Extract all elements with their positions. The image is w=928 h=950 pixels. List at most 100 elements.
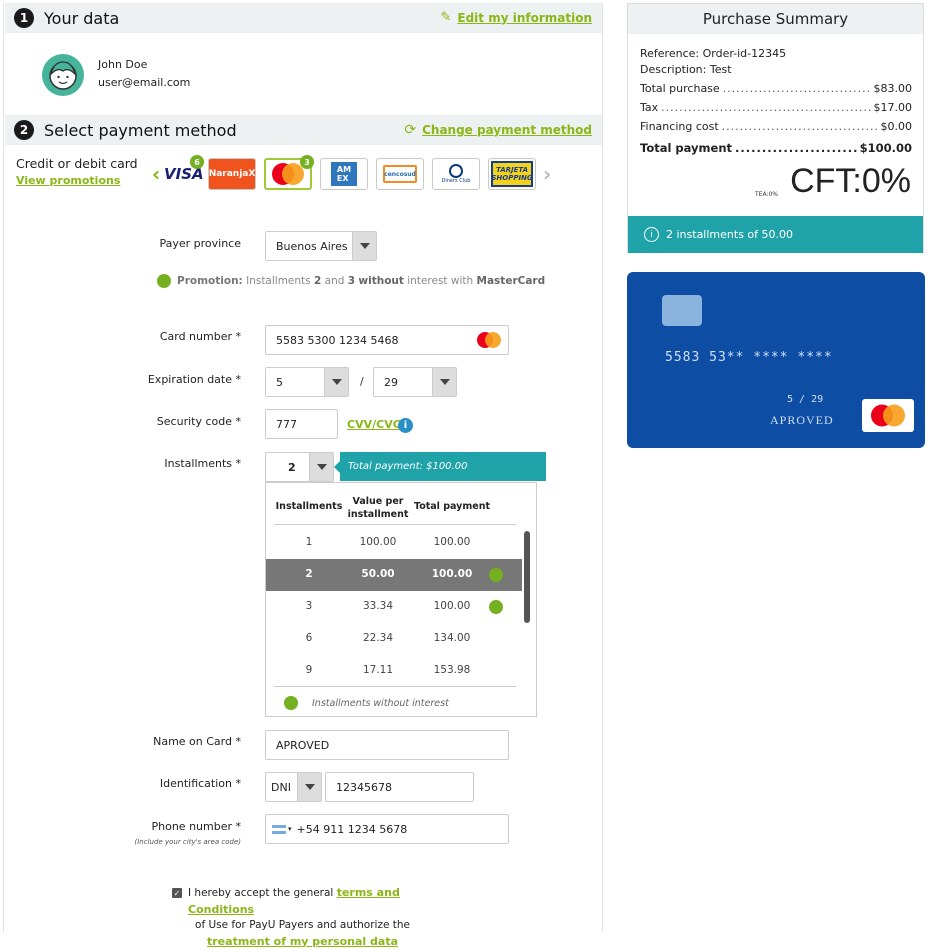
- name-on-card-label: Name on Card *: [153, 735, 241, 748]
- card-logo-visa[interactable]: VISA 6: [164, 155, 204, 190]
- edit-information-link[interactable]: Edit my information: [457, 11, 592, 25]
- summary-line-tax: Tax.....................................…: [640, 101, 912, 114]
- card-logo-cencosud[interactable]: cencosud: [376, 158, 424, 190]
- installment-row[interactable]: 6 22.34 134.00: [266, 623, 522, 655]
- carousel-next-arrow[interactable]: ›: [543, 162, 551, 186]
- id-type-value: DNI: [271, 780, 291, 794]
- name-on-card-value: APROVED: [276, 738, 330, 752]
- step-number-2: 2: [14, 120, 34, 140]
- promotion-line: Promotion: Installments 2 and 3 without …: [157, 274, 545, 288]
- summary-reference: Reference: Order-id-12345: [640, 47, 787, 60]
- card-logo-diners[interactable]: Diners Club: [432, 158, 480, 190]
- installment-total: 100.00: [433, 600, 471, 612]
- province-select[interactable]: Buenos Aires: [265, 231, 377, 261]
- rows-scrollbar[interactable]: [524, 531, 530, 623]
- cvv-help-link[interactable]: CVV/CVC: [347, 418, 401, 431]
- header-total-payment: Total payment: [413, 501, 491, 512]
- exp-month-value: 5: [276, 375, 283, 389]
- info-icon[interactable]: i: [398, 418, 413, 433]
- installment-row[interactable]: 2 50.00 100.00: [266, 559, 522, 591]
- summary-total-payment: Total payment...........................…: [640, 140, 912, 155]
- summary-line-total-purchase: Total purchase..........................…: [640, 82, 912, 95]
- security-code-input[interactable]: 777: [265, 409, 338, 439]
- installment-row[interactable]: 3 33.34 100.00: [266, 591, 522, 623]
- header-value-per-installment: Value per installment: [347, 496, 409, 520]
- installment-n: 2: [305, 568, 313, 580]
- card-chip: [662, 295, 702, 326]
- installments-select[interactable]: 2: [265, 452, 334, 482]
- info-circle-icon: i: [644, 227, 659, 242]
- installments-rows: 1 100.00 100.00 2 50.00 100.00 3 33.34 100.00 6 22…: [266, 527, 522, 687]
- view-promotions-link[interactable]: View promotions: [16, 174, 120, 187]
- phone-hint: (Include your city's area code): [134, 838, 241, 846]
- province-label: Payer province: [159, 237, 241, 250]
- mastercard-count-badge: 3: [300, 155, 314, 169]
- phone-input[interactable]: ▾ +54 911 1234 5678: [265, 814, 509, 844]
- security-code-value: 777: [276, 417, 297, 431]
- security-code-label: Security code *: [156, 415, 241, 428]
- name-on-card-input[interactable]: APROVED: [265, 730, 509, 760]
- card-preview: 5583 53** **** **** 5 / 29 APROVED: [627, 272, 925, 448]
- exp-year-select[interactable]: 29: [373, 367, 457, 397]
- cft-value: CFT:0%: [790, 162, 911, 200]
- pencil-icon: ✎: [440, 10, 452, 25]
- installments-value: 2: [288, 460, 296, 474]
- chevron-down-icon: [309, 453, 333, 481]
- card-preview-expiry: 5 / 29: [787, 394, 824, 405]
- mastercard-icon: [871, 404, 905, 427]
- promo-dot-icon: [489, 568, 503, 582]
- installment-value: 17.11: [362, 664, 394, 676]
- installment-n: 6: [305, 632, 313, 644]
- personal-data-link[interactable]: treatment of my personal data: [207, 935, 398, 948]
- installment-row[interactable]: 1 100.00 100.00: [266, 527, 522, 559]
- mastercard-icon: [477, 332, 501, 348]
- id-type-select[interactable]: DNI: [265, 772, 322, 802]
- installment-total: 100.00: [433, 536, 471, 548]
- installments-dropdown: Installments Value per installment Total…: [265, 482, 537, 717]
- terms-text: I hereby accept the general terms and Co…: [188, 886, 410, 948]
- card-logo-naranjax[interactable]: NaranjaX: [208, 158, 256, 190]
- purchase-summary-panel: Purchase Summary Reference: Order-id-123…: [627, 3, 924, 253]
- card-number-input[interactable]: 5583 5300 1234 5468: [265, 325, 509, 355]
- installment-total: 134.00: [433, 632, 471, 644]
- summary-description: Description: Test: [640, 63, 732, 76]
- card-logo-mastercard[interactable]: 3: [264, 155, 314, 190]
- promo-dot-icon: [284, 696, 298, 710]
- section-title-your-data: Your data: [44, 8, 120, 28]
- installment-value: 100.00: [359, 536, 397, 548]
- installments-total-tooltip: Total payment: $100.00: [334, 452, 546, 481]
- installments-legend: Installments without interest: [284, 696, 449, 710]
- flag-dropdown-arrow-icon: ▾: [288, 825, 292, 833]
- change-payment-method-link[interactable]: Change payment method: [422, 123, 592, 137]
- installment-row[interactable]: 9 17.11 153.98: [266, 655, 522, 687]
- installment-total: 153.98: [433, 664, 471, 676]
- chevron-down-icon: [324, 368, 348, 396]
- chevron-down-icon: [297, 773, 321, 801]
- promo-dot-icon: [489, 600, 503, 614]
- payment-type-label: Credit or debit card: [16, 156, 138, 171]
- card-preview-brand-logo: [862, 399, 914, 432]
- carousel-prev-arrow[interactable]: ‹: [152, 162, 160, 186]
- id-number-input[interactable]: 12345678: [325, 772, 474, 802]
- table-footer-divider: [274, 686, 516, 687]
- installment-value: 22.34: [362, 632, 394, 644]
- installment-value: 33.34: [362, 600, 394, 612]
- card-logo-amex[interactable]: AM EX: [320, 158, 368, 190]
- installments-label: Installments *: [164, 457, 241, 470]
- chevron-down-icon: [352, 232, 376, 260]
- promo-dot-icon: [157, 274, 171, 288]
- refresh-icon: ⟳: [404, 122, 417, 138]
- installment-value: 50.00: [361, 568, 395, 580]
- installments-info-bar: i 2 installments of 50.00: [628, 216, 923, 253]
- card-number-value: 5583 5300 1234 5468: [276, 333, 399, 347]
- installments-table-header: Installments Value per installment Total…: [274, 491, 516, 525]
- card-logo-tarjeta-shopping[interactable]: TARJETA SHOPPING: [488, 158, 536, 190]
- exp-month-select[interactable]: 5: [265, 367, 349, 397]
- chevron-down-icon: [432, 368, 456, 396]
- user-name: John Doe: [98, 58, 148, 71]
- card-preview-number: 5583 53** **** ****: [665, 350, 833, 365]
- section-title-payment-method: Select payment method: [44, 120, 237, 140]
- exp-separator: /: [360, 375, 364, 388]
- section-payment-method-header: 2 Select payment method ⟳ Change payment…: [5, 115, 602, 145]
- argentina-flag-icon[interactable]: [272, 824, 286, 834]
